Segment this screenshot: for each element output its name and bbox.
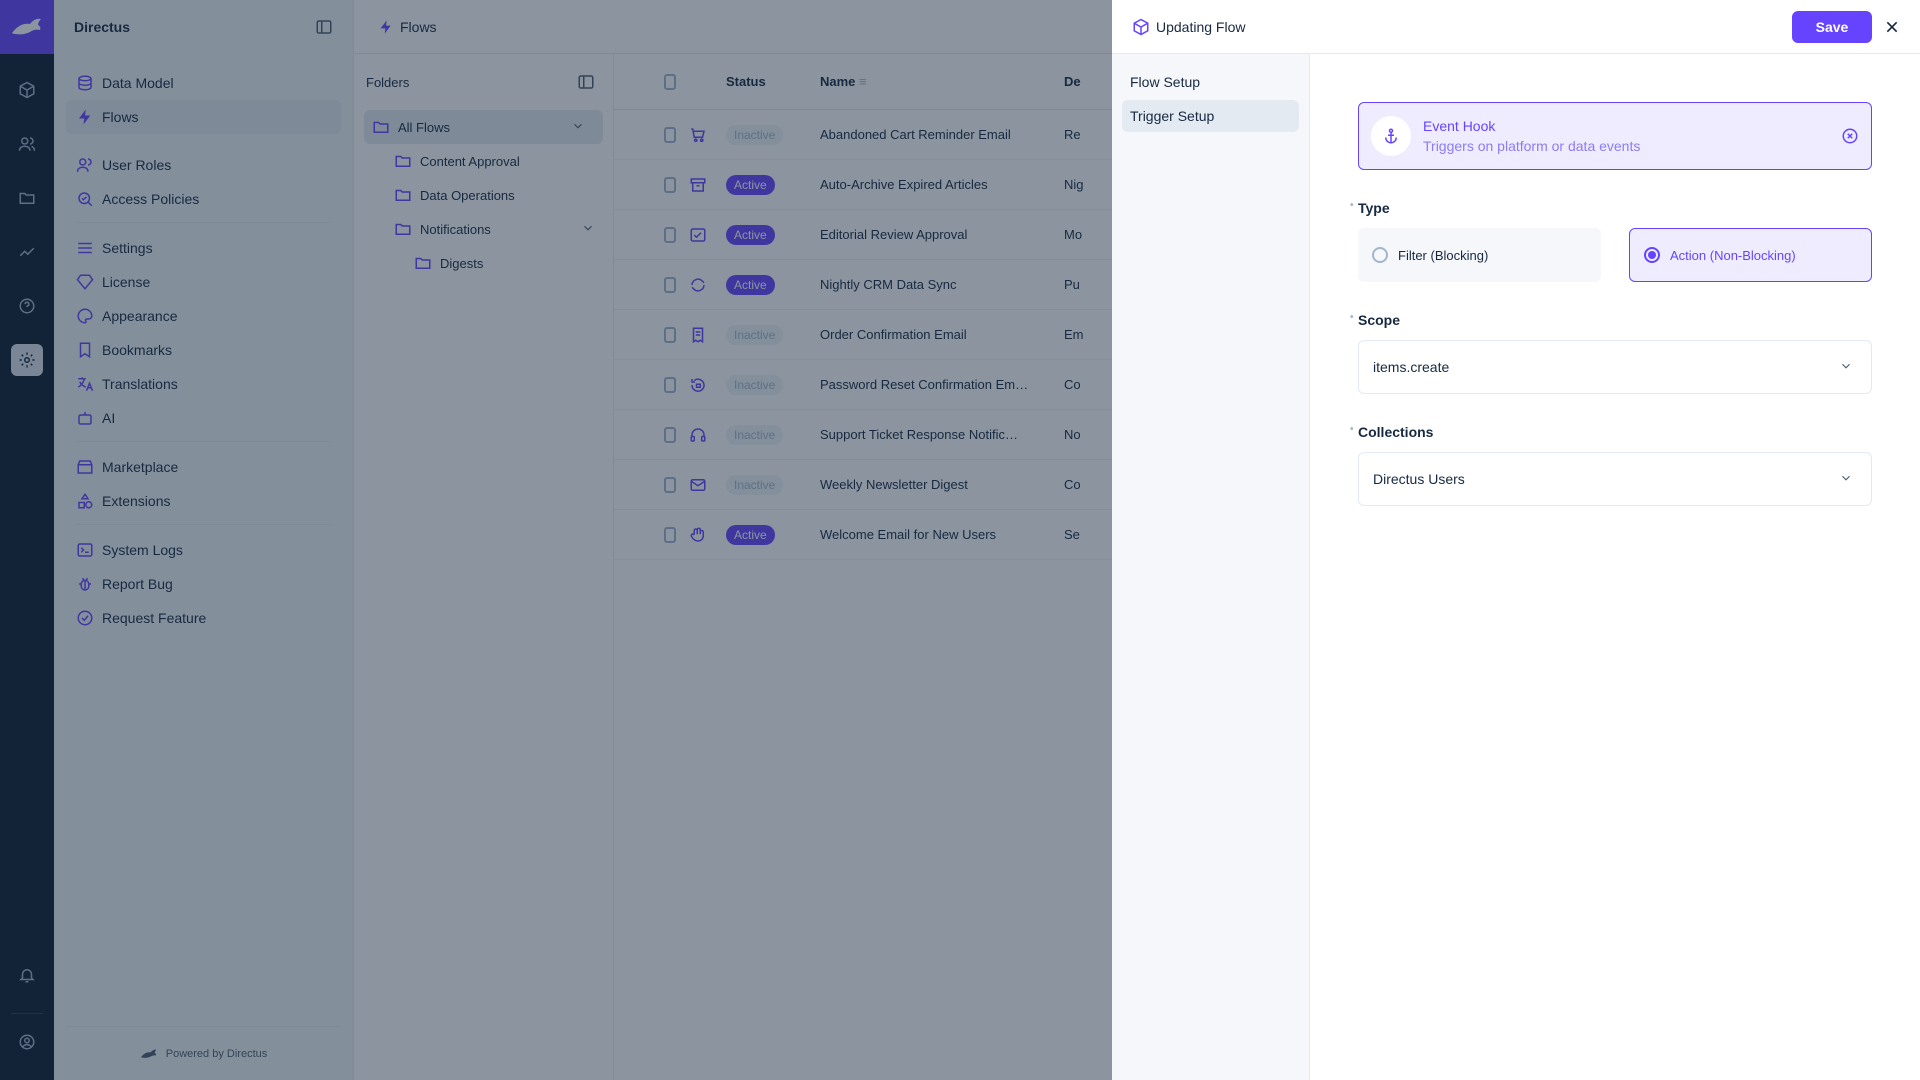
drawer-tabs: Flow Setup Trigger Setup xyxy=(1112,54,1310,1080)
trigger-subtitle: Triggers on platform or data events xyxy=(1423,138,1641,154)
modal-overlay[interactable] xyxy=(0,0,1112,1080)
collections-select[interactable]: Directus Users xyxy=(1358,452,1872,506)
trigger-card-text: Event Hook Triggers on platform or data … xyxy=(1423,118,1640,154)
chevron-down-icon xyxy=(1839,471,1853,485)
drawer-title: Updating Flow xyxy=(1156,18,1246,35)
tab-trigger-setup[interactable]: Trigger Setup xyxy=(1122,100,1299,132)
radio-filter-blocking[interactable]: Filter (Blocking) xyxy=(1358,228,1601,282)
chevron-down-icon xyxy=(1839,359,1853,373)
drawer-header: Updating Flow Save xyxy=(1112,0,1920,54)
scope-label: • Scope xyxy=(1350,312,1872,328)
close-icon[interactable] xyxy=(1882,17,1902,37)
drawer-body: Flow Setup Trigger Setup Event Hook Trig… xyxy=(1112,54,1920,1080)
type-label-text: Type xyxy=(1358,200,1390,216)
scope-value: items.create xyxy=(1373,359,1450,375)
scope-select[interactable]: items.create xyxy=(1358,340,1872,394)
radio-action-non-blocking[interactable]: Action (Non-Blocking) xyxy=(1629,228,1872,282)
required-marker: • xyxy=(1350,312,1354,323)
collections-value: Directus Users xyxy=(1373,471,1465,487)
radio-label: Action (Non-Blocking) xyxy=(1670,247,1796,263)
scope-label-text: Scope xyxy=(1358,312,1401,328)
radio-dot xyxy=(1644,247,1660,263)
anchor-icon xyxy=(1371,116,1411,156)
cube-icon xyxy=(1132,18,1150,36)
save-button[interactable]: Save xyxy=(1792,11,1872,43)
collections-label-text: Collections xyxy=(1358,424,1434,440)
type-radio-group: Filter (Blocking) Action (Non-Blocking) xyxy=(1358,228,1872,282)
trigger-setup-form: Event Hook Triggers on platform or data … xyxy=(1310,54,1920,1080)
type-label: • Type xyxy=(1350,200,1872,216)
radio-label: Filter (Blocking) xyxy=(1398,247,1489,263)
trigger-title: Event Hook xyxy=(1423,118,1496,134)
app-root: Directus Data Model Flows User Roles Acc… xyxy=(0,0,1920,1080)
tab-flow-setup[interactable]: Flow Setup xyxy=(1122,66,1299,98)
required-marker: • xyxy=(1350,424,1354,435)
required-marker: • xyxy=(1350,200,1354,211)
radio-dot xyxy=(1372,247,1388,263)
trigger-card-event-hook[interactable]: Event Hook Triggers on platform or data … xyxy=(1358,102,1872,170)
flow-drawer: Updating Flow Save Flow Setup Trigger Se… xyxy=(1112,0,1920,1080)
collections-label: • Collections xyxy=(1350,424,1872,440)
clear-trigger-icon[interactable] xyxy=(1841,127,1859,145)
